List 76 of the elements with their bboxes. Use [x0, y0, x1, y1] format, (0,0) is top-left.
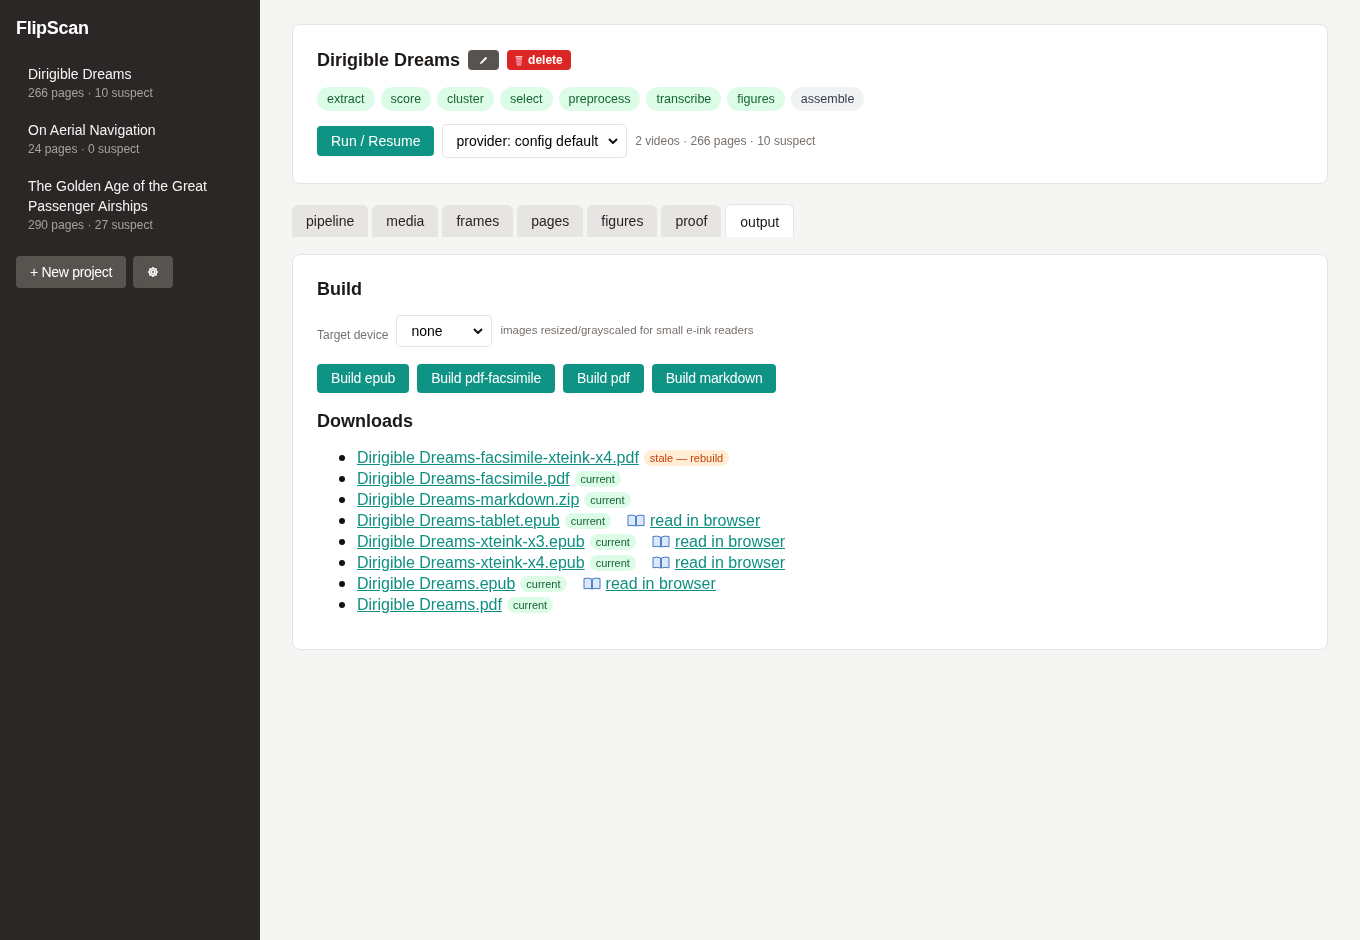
- book-icon: [627, 514, 645, 527]
- download-link[interactable]: Dirigible Dreams.epub: [357, 573, 516, 594]
- status-badge: current: [574, 470, 621, 487]
- tab[interactable]: proof: [661, 205, 722, 237]
- stage-chip: assemble: [790, 87, 865, 111]
- target-device-label: Target device: [317, 327, 389, 344]
- target-device-hint: images resized/grayscaled for small e-ink readers: [500, 323, 754, 339]
- status-badge: stale — rebuild: [643, 449, 730, 466]
- bullet-icon: [339, 580, 345, 587]
- read-in-browser-link[interactable]: read in browser: [627, 510, 761, 531]
- project-meta: 290 pages · 27 suspect: [28, 217, 154, 234]
- bullet-icon: [339, 538, 345, 545]
- build-button[interactable]: Build markdown: [651, 364, 777, 393]
- gear-icon: [147, 266, 160, 278]
- chevron-down-icon: [473, 328, 484, 334]
- status-badge: current: [520, 575, 567, 592]
- stage-chip: preprocess: [558, 87, 641, 111]
- project-heading: Dirigible Dreams: [317, 49, 461, 72]
- downloads-heading: Downloads: [317, 410, 414, 433]
- download-link[interactable]: Dirigible Dreams-xteink-x3.epub: [357, 531, 585, 552]
- stage-chip: score: [380, 87, 432, 111]
- bullet-icon: [339, 601, 345, 608]
- status-badge: current: [584, 491, 631, 508]
- tab[interactable]: pages: [517, 205, 584, 237]
- book-icon: [651, 535, 670, 548]
- bullet-icon: [339, 517, 345, 524]
- stage-chip: extract: [317, 87, 375, 111]
- app-brand: FlipScan: [16, 17, 90, 40]
- bullet-icon: [339, 475, 345, 482]
- book-icon: [582, 577, 601, 590]
- download-link[interactable]: Dirigible Dreams.pdf: [357, 594, 502, 615]
- read-in-browser-link[interactable]: read in browser: [651, 552, 786, 573]
- download-link[interactable]: Dirigible Dreams-facsimile-xteink-x4.pdf: [357, 447, 639, 468]
- tab[interactable]: media: [372, 205, 439, 237]
- tab[interactable]: pipeline: [292, 205, 369, 237]
- build-button[interactable]: Build epub: [317, 364, 410, 393]
- bullet-icon: [339, 496, 345, 503]
- new-project-button[interactable]: + New project: [16, 256, 127, 288]
- project-title[interactable]: Dirigible Dreams: [28, 64, 232, 84]
- book-icon: [651, 556, 670, 569]
- tab[interactable]: frames: [442, 205, 514, 237]
- project-title[interactable]: On Aerial Navigation: [28, 120, 232, 140]
- bullet-icon: [339, 454, 345, 461]
- delete-button[interactable]: delete: [507, 50, 571, 70]
- tab[interactable]: figures: [587, 205, 658, 237]
- bullet-icon: [339, 559, 345, 566]
- run-resume-button[interactable]: Run / Resume: [317, 126, 435, 156]
- read-in-browser-link[interactable]: read in browser: [651, 531, 786, 552]
- provider-select[interactable]: provider: config default: [442, 124, 628, 158]
- tab[interactable]: output: [725, 204, 795, 237]
- stage-chip: select: [499, 87, 553, 111]
- download-link[interactable]: Dirigible Dreams-markdown.zip: [357, 489, 580, 510]
- target-device-select[interactable]: none: [396, 315, 493, 347]
- download-link[interactable]: Dirigible Dreams-tablet.epub: [357, 510, 560, 531]
- pencil-icon: [478, 54, 490, 66]
- stage-chip: figures: [727, 87, 785, 111]
- download-link[interactable]: Dirigible Dreams-xteink-x4.epub: [357, 552, 585, 573]
- download-link[interactable]: Dirigible Dreams-facsimile.pdf: [357, 468, 570, 489]
- stage-chip: transcribe: [646, 87, 722, 111]
- edit-button[interactable]: [468, 50, 500, 70]
- status-badge: current: [564, 512, 611, 529]
- status-badge: current: [589, 554, 636, 571]
- read-in-browser-link[interactable]: read in browser: [582, 573, 716, 594]
- build-heading: Build: [317, 278, 363, 301]
- build-button[interactable]: Build pdf-facsimile: [417, 364, 555, 393]
- chevron-down-icon: [608, 138, 619, 144]
- status-badge: current: [589, 533, 636, 550]
- project-meta: 266 pages · 10 suspect: [28, 85, 154, 102]
- build-button[interactable]: Build pdf: [563, 364, 644, 393]
- project-title[interactable]: The Golden Age of the Great Passenger Airships: [28, 176, 232, 216]
- status-badge: current: [506, 596, 554, 613]
- project-summary: 2 videos · 266 pages · 10 suspect: [635, 133, 816, 150]
- stage-chip: cluster: [437, 87, 494, 111]
- trash-icon: [515, 54, 524, 66]
- settings-button[interactable]: [133, 256, 174, 288]
- project-meta: 24 pages · 0 suspect: [28, 141, 141, 158]
